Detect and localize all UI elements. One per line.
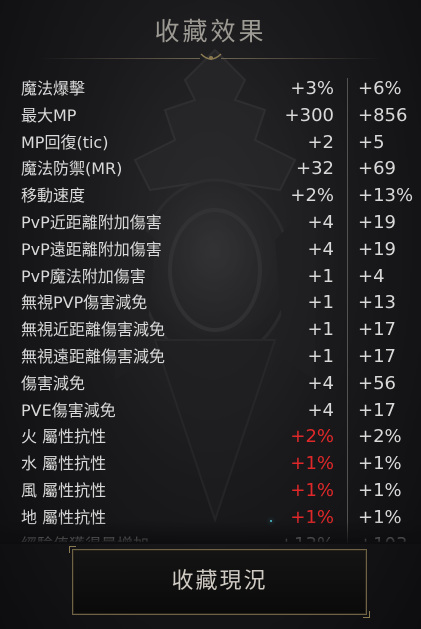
- stat-row: PvP遠距離附加傷害 +4 +19: [0, 237, 421, 264]
- stat-label: PvP魔法附加傷害: [21, 266, 146, 286]
- stat-row: PvP魔法附加傷害 +1 +4: [0, 264, 421, 291]
- stat-label: MP回復(tic): [21, 132, 109, 152]
- stat-row: 無視PVP傷害減免 +1 +13: [0, 290, 421, 317]
- sparkle-icon: [270, 520, 272, 522]
- stat-row: 風 屬性抗性 +1% +1%: [0, 478, 421, 505]
- stat-label: PvP遠距離附加傷害: [21, 239, 162, 259]
- title-bar: 收藏效果: [0, 0, 421, 62]
- stat-label: PvP近距離附加傷害: [21, 212, 162, 232]
- stat-row: 火 屬性抗性 +2% +2%: [0, 424, 421, 451]
- stat-max-value: +19: [358, 211, 396, 233]
- stat-label: 移動速度: [21, 186, 86, 206]
- stat-row: 水 屬性抗性 +1% +1%: [0, 451, 421, 478]
- stat-max-value: +1%: [358, 479, 402, 501]
- stat-current-value: +1: [307, 292, 334, 314]
- stat-current-value: +2%: [290, 185, 334, 207]
- stat-label: 無視近距離傷害減免: [21, 320, 166, 340]
- stat-row: 最大MP +300 +856: [0, 103, 421, 130]
- stat-current-value: +4: [307, 399, 334, 421]
- stats-list[interactable]: 魔法爆擊 +3% +6% 最大MP +300 +856 MP回復(tic) +2 +5 魔法防禦(…: [0, 76, 421, 542]
- stat-row: PvP近距離附加傷害 +4 +19: [0, 210, 421, 237]
- stat-label: 無視遠距離傷害減免: [21, 346, 166, 366]
- stat-max-value: +1%: [358, 453, 402, 475]
- stat-max-value: +17: [358, 399, 396, 421]
- stat-label: 魔法爆擊: [21, 79, 86, 98]
- stat-label: 傷害減免: [21, 373, 86, 393]
- stat-row: 傷害減免 +4 +56: [0, 371, 421, 398]
- stat-current-value: +1: [307, 345, 334, 367]
- stat-label: 魔法防禦(MR): [21, 159, 123, 179]
- stat-row: 無視近距離傷害減免 +1 +17: [0, 317, 421, 344]
- stat-max-value: +17: [358, 319, 396, 341]
- stat-label: 最大MP: [21, 105, 77, 125]
- stat-max-value: +5: [358, 131, 385, 153]
- stat-label: 無視PVP傷害減免: [21, 293, 148, 313]
- stat-max-value: +13: [358, 292, 396, 314]
- stat-current-value: +4: [307, 372, 334, 394]
- stat-row: 移動速度 +2% +13%: [0, 183, 421, 210]
- stat-max-value: +6%: [358, 78, 402, 99]
- stat-row: 無視遠距離傷害減免 +1 +17: [0, 344, 421, 371]
- stat-row: MP回復(tic) +2 +5: [0, 130, 421, 157]
- stat-label: PVE傷害減免: [21, 400, 116, 420]
- stat-max-value: +19: [358, 238, 396, 260]
- stat-current-value: +3%: [290, 78, 334, 99]
- collection-effects-panel: 收藏效果 魔法爆擊 +3% +6% 最大MP +300 +856 MP回復(tic) +2 +5…: [0, 0, 421, 629]
- stat-current-value: +300: [284, 104, 334, 126]
- stat-current-value: +32: [296, 158, 334, 180]
- stat-label: 火 屬性抗性: [21, 427, 107, 447]
- stat-row: PVE傷害減免 +4 +17: [0, 398, 421, 425]
- stat-current-value: +1%: [290, 479, 334, 501]
- stat-current-value: +2: [307, 131, 334, 153]
- scroll-fade: [0, 520, 421, 544]
- collection-status-button[interactable]: 收藏現況: [69, 546, 370, 618]
- stat-max-value: +4: [358, 265, 385, 287]
- stat-current-value: +4: [307, 211, 334, 233]
- stat-current-value: +1%: [290, 453, 334, 475]
- stat-max-value: +856: [358, 104, 408, 126]
- stat-max-value: +13%: [358, 185, 414, 207]
- stat-current-value: +1: [307, 265, 334, 287]
- ornament-icon: [200, 53, 222, 60]
- stat-row: 魔法防禦(MR) +32 +69: [0, 156, 421, 183]
- stat-label: 風 屬性抗性: [21, 480, 107, 500]
- stat-max-value: +56: [358, 372, 396, 394]
- stat-row: 魔法爆擊 +3% +6%: [0, 76, 421, 103]
- stat-max-value: +2%: [358, 426, 402, 448]
- title-divider-left: [40, 58, 200, 59]
- title-divider-right: [221, 58, 381, 59]
- page-title: 收藏效果: [154, 17, 267, 46]
- stat-current-value: +4: [307, 238, 334, 260]
- stat-max-value: +17: [358, 345, 396, 367]
- stat-label: 水 屬性抗性: [21, 454, 107, 474]
- stat-current-value: +1: [307, 319, 334, 341]
- stat-max-value: +69: [358, 158, 396, 180]
- stat-current-value: +2%: [290, 426, 334, 448]
